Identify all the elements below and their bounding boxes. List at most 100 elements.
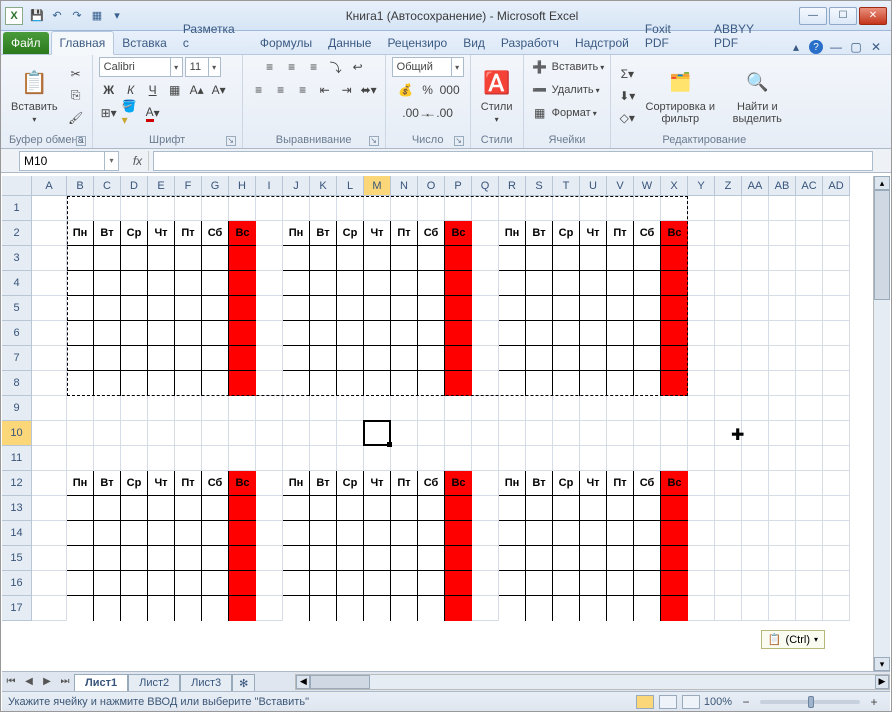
align-bottom-icon[interactable]: ≡ [304,57,324,77]
sheet-tab-2[interactable]: Лист2 [128,674,180,691]
format-cells-icon[interactable]: ▦ [530,103,550,123]
customize-icon[interactable]: ▦ [89,8,105,24]
row-header-11[interactable]: 11 [2,446,32,471]
sort-filter-button[interactable]: 🗂️ Сортировка и фильтр [641,65,719,127]
minimize-ribbon-icon[interactable]: ▴ [789,40,803,54]
sheet-nav-next-icon[interactable]: ▶ [38,673,56,691]
scroll-left-icon[interactable]: ◀ [296,675,310,689]
row-header-10[interactable]: 10 [2,421,32,446]
cut-icon[interactable]: ✂ [66,64,86,84]
select-all-corner[interactable] [2,176,32,196]
col-header-O[interactable]: O [418,176,445,196]
col-header-J[interactable]: J [283,176,310,196]
col-header-I[interactable]: I [256,176,283,196]
delete-cells-icon[interactable]: ➖ [530,80,550,100]
find-select-button[interactable]: 🔍 Найти и выделить [723,65,791,127]
window-close-icon[interactable]: ✕ [869,40,883,54]
scroll-down-icon[interactable]: ▾ [874,657,890,671]
row-header-8[interactable]: 8 [2,371,32,396]
tab-addins[interactable]: Надстрой [567,32,637,54]
excel-icon[interactable]: X [5,7,23,25]
align-middle-icon[interactable]: ≡ [282,57,302,77]
comma-icon[interactable]: 000 [440,80,460,100]
align-center-icon[interactable]: ≡ [271,80,291,100]
row-header-4[interactable]: 4 [2,271,32,296]
col-header-AB[interactable]: AB [769,176,796,196]
align-right-icon[interactable]: ≡ [293,80,313,100]
tab-file[interactable]: Файл [3,32,49,54]
currency-icon[interactable]: 💰 [396,80,416,100]
fill-icon[interactable]: ⬇▾ [617,86,637,106]
view-pagelayout-icon[interactable] [659,695,677,709]
col-header-H[interactable]: H [229,176,256,196]
insert-cells-icon[interactable]: ➕ [530,57,550,77]
number-format-combo[interactable]: Общий▾ [392,57,464,77]
vertical-scrollbar[interactable]: ▴ ▾ [873,176,890,671]
qat-dropdown-icon[interactable]: ▾ [109,8,125,24]
row-header-17[interactable]: 17 [2,596,32,621]
col-header-L[interactable]: L [337,176,364,196]
tab-insert[interactable]: Вставка [114,32,175,54]
col-header-AD[interactable]: AD [823,176,850,196]
percent-icon[interactable]: % [418,80,438,100]
new-sheet-button[interactable]: ✻ [232,674,255,692]
formula-input[interactable] [153,151,873,171]
tab-review[interactable]: Рецензиро [379,32,455,54]
col-header-A[interactable]: A [32,176,67,196]
font-dialog-icon[interactable]: ↘ [226,136,236,146]
row-header-2[interactable]: 2 [2,221,32,246]
font-size-combo[interactable]: 11▾ [185,57,221,77]
row-header-9[interactable]: 9 [2,396,32,421]
col-header-E[interactable]: E [148,176,175,196]
autosum-icon[interactable]: Σ▾ [617,64,637,84]
col-header-AA[interactable]: AA [742,176,769,196]
decrease-decimal-icon[interactable]: ←.00 [429,103,449,123]
copy-icon[interactable]: ⎘ [66,86,86,106]
row-header-3[interactable]: 3 [2,246,32,271]
increase-font-icon[interactable]: A▴ [187,80,207,100]
tab-home[interactable]: Главная [51,31,115,55]
col-header-R[interactable]: R [499,176,526,196]
maximize-button[interactable]: ☐ [829,7,857,25]
delete-label[interactable]: Удалить [552,84,594,96]
zoom-out-icon[interactable]: − [736,692,756,712]
decrease-font-icon[interactable]: A▾ [209,80,229,100]
align-top-icon[interactable]: ≡ [260,57,280,77]
window-restore-icon[interactable]: ▢ [849,40,863,54]
col-header-B[interactable]: B [67,176,94,196]
col-header-W[interactable]: W [634,176,661,196]
paste-options-badge[interactable]: 📋 (Ctrl) ▾ [761,630,825,649]
row-header-16[interactable]: 16 [2,571,32,596]
scroll-right-icon[interactable]: ▶ [875,675,889,689]
col-header-C[interactable]: C [94,176,121,196]
col-header-U[interactable]: U [580,176,607,196]
vscroll-thumb[interactable] [874,190,890,300]
col-header-X[interactable]: X [661,176,688,196]
tab-view[interactable]: Вид [455,32,493,54]
tab-foxit[interactable]: Foxit PDF [637,18,706,54]
col-header-P[interactable]: P [445,176,472,196]
border-button[interactable]: ▦ [165,80,185,100]
sheet-tab-1[interactable]: Лист1 [74,674,128,691]
save-icon[interactable]: 💾 [29,8,45,24]
align-left-icon[interactable]: ≡ [249,80,269,100]
col-header-G[interactable]: G [202,176,229,196]
row-header-6[interactable]: 6 [2,321,32,346]
col-header-Q[interactable]: Q [472,176,499,196]
tab-abbyy[interactable]: ABBYY PDF [706,18,789,54]
close-button[interactable]: ✕ [859,7,887,25]
row-header-13[interactable]: 13 [2,496,32,521]
zoom-slider[interactable] [760,700,860,704]
row-header-1[interactable]: 1 [2,196,32,221]
number-dialog-icon[interactable]: ↘ [454,136,464,146]
name-box[interactable]: M10▾ [19,151,119,171]
scroll-up-icon[interactable]: ▴ [874,176,890,190]
wrap-text-icon[interactable]: ↩ [348,57,368,77]
horizontal-scrollbar[interactable]: ◀ ▶ [295,674,890,690]
window-minimize-icon[interactable]: — [829,40,843,54]
align-dialog-icon[interactable]: ↘ [369,136,379,146]
sheet-nav-last-icon[interactable]: ⏭ [56,673,74,691]
col-header-F[interactable]: F [175,176,202,196]
borders-dropdown[interactable]: ⊞▾ [99,103,119,123]
view-normal-icon[interactable] [636,695,654,709]
